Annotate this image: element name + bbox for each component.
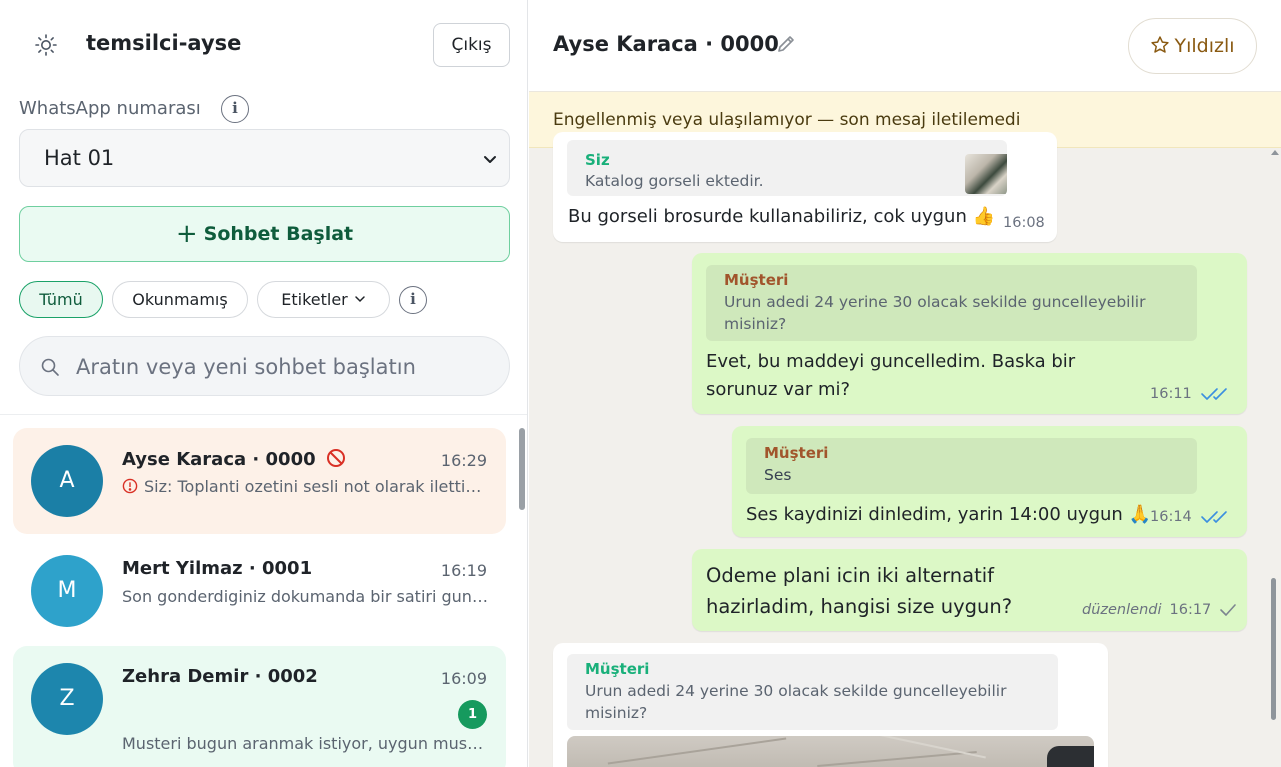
quoted-message[interactable]: Siz Katalog gorseli ektedir. xyxy=(567,140,1007,196)
chat-title: Ayse Karaca · 0000 xyxy=(553,32,779,56)
sun-icon[interactable] xyxy=(34,33,58,57)
filter-unread-label: Okunmamış xyxy=(132,290,228,309)
quote-author: Müşteri xyxy=(724,271,789,289)
search-icon xyxy=(41,358,59,376)
double-check-icon xyxy=(1200,511,1227,523)
plus-icon: + xyxy=(175,219,198,249)
message-image[interactable] xyxy=(567,736,1094,767)
chevron-down-icon xyxy=(484,156,496,163)
sidebar-scrollbar[interactable] xyxy=(519,428,525,510)
conversation-name: Zehra Demir · 0002 xyxy=(122,666,318,687)
avatar: Z xyxy=(31,663,103,735)
message-text: Ses kaydinizi dinledim, yarin 14:00 uygu… xyxy=(746,504,1151,525)
banner-text: Engellenmiş veya ulaşılamıyor — son mesa… xyxy=(553,110,1021,130)
message-text: Evet, bu maddeyi guncelledim. Baska bir … xyxy=(706,351,1076,400)
conversation-preview: Son gonderdiginiz dokumanda bir satiri g… xyxy=(122,587,490,606)
error-icon xyxy=(122,478,138,494)
scroll-up-arrow[interactable] xyxy=(1271,150,1279,155)
message-meta: 16:11 xyxy=(1150,386,1234,402)
quote-author: Siz xyxy=(585,151,610,169)
search-box xyxy=(19,336,510,396)
chat-scrollbar[interactable] xyxy=(1271,578,1276,720)
quote-text: Urun adedi 24 yerine 30 olacak sekilde g… xyxy=(585,682,1007,722)
starred-button[interactable]: Yıldızlı xyxy=(1128,18,1257,74)
message-text: Bu gorseli brosurde kullanabiliriz, cok … xyxy=(568,206,995,227)
quote-author: Müşteri xyxy=(585,660,650,678)
quote-author: Müşteri xyxy=(764,444,829,462)
search-input[interactable] xyxy=(76,347,496,387)
pencil-icon[interactable] xyxy=(775,33,797,55)
quoted-message[interactable]: Müşteri Ses xyxy=(746,438,1197,494)
filter-all-label: Tümü xyxy=(39,290,83,309)
conversation-name-text: Ayse Karaca · 0000 xyxy=(122,449,316,470)
message-time: 16:17 xyxy=(1169,602,1212,618)
quote-text: Urun adedi 24 yerine 30 olacak sekilde g… xyxy=(724,293,1146,333)
message-time: 16:14 xyxy=(1150,509,1192,525)
sidebar-header: temsilci-ayse Çıkış xyxy=(0,0,527,90)
message-outgoing[interactable]: Müşteri Urun adedi 24 yerine 30 olacak s… xyxy=(692,253,1247,414)
message-meta: 16:14 xyxy=(1150,509,1234,525)
conversation-item[interactable]: Z Zehra Demir · 0002 16:09 1 Musteri bug… xyxy=(13,646,506,767)
message-time: 16:08 xyxy=(1003,215,1045,231)
double-check-icon xyxy=(1200,388,1227,400)
conversation-sidebar: temsilci-ayse Çıkış WhatsApp numarası i … xyxy=(0,0,528,767)
quoted-message[interactable]: Müşteri Urun adedi 24 yerine 30 olacak s… xyxy=(706,265,1197,341)
info-icon[interactable]: i xyxy=(221,95,249,123)
agent-name: temsilci-ayse xyxy=(86,31,242,55)
blocked-icon xyxy=(326,449,345,467)
number-select[interactable]: Hat 01 xyxy=(19,129,510,187)
unread-badge: 1 xyxy=(458,700,487,729)
filter-labels-chip[interactable]: Etiketler xyxy=(257,281,390,318)
message-text: Odeme plani icin iki alternatif hazirlad… xyxy=(706,564,1013,618)
message-meta: düzenlendi 16:17 xyxy=(1082,602,1237,618)
edited-label: düzenlendi xyxy=(1082,602,1162,618)
conversation-item[interactable]: A Ayse Karaca · 0000 16:29 Siz: Toplanti… xyxy=(13,428,506,534)
conversation-preview: Musteri bugun aranmak istiyor, uygun mus… xyxy=(122,734,490,753)
filter-all-chip[interactable]: Tümü xyxy=(19,281,103,318)
conversation-preview-text: Siz: Toplanti ozetini sesli not olarak i… xyxy=(144,477,490,496)
message-outgoing[interactable]: Odeme plani icin iki alternatif hazirlad… xyxy=(692,549,1247,631)
starred-label: Yıldızlı xyxy=(1174,35,1235,57)
chat-panel: Ayse Karaca · 0000 Yıldızlı Engellenmiş … xyxy=(529,0,1281,767)
quote-image-thumbnail xyxy=(965,154,1007,194)
logout-button[interactable]: Çıkış xyxy=(433,23,510,67)
conversation-name: Mert Yilmaz · 0001 xyxy=(122,558,313,579)
avatar: A xyxy=(31,445,103,517)
conversation-time: 16:29 xyxy=(440,451,487,470)
number-select-value: Hat 01 xyxy=(44,146,115,170)
conversation-item[interactable]: M Mert Yilmaz · 0001 16:19 Son gonderdig… xyxy=(13,538,506,644)
quote-text: Katalog gorseli ektedir. xyxy=(585,172,764,190)
single-check-icon xyxy=(1220,604,1237,616)
info-icon[interactable]: i xyxy=(399,286,427,314)
avatar: M xyxy=(31,555,103,627)
message-time: 16:11 xyxy=(1150,386,1192,402)
conversation-name: Ayse Karaca · 0000 xyxy=(122,448,346,470)
chevron-down-icon xyxy=(355,296,365,303)
star-icon xyxy=(1151,36,1170,53)
start-chat-label: Sohbet Başlat xyxy=(203,223,354,245)
conversation-time: 16:09 xyxy=(440,669,487,688)
number-label: WhatsApp numarası xyxy=(19,98,201,119)
message-outgoing[interactable]: Müşteri Ses Ses kaydinizi dinledim, yari… xyxy=(732,426,1247,537)
message-incoming[interactable]: Müşteri Urun adedi 24 yerine 30 olacak s… xyxy=(553,643,1108,767)
start-chat-button[interactable]: + Sohbet Başlat xyxy=(19,206,510,262)
conversation-preview: Siz: Toplanti ozetini sesli not olarak i… xyxy=(122,477,490,496)
quote-text: Ses xyxy=(764,466,792,484)
filter-unread-chip[interactable]: Okunmamış xyxy=(112,281,248,318)
chat-header: Ayse Karaca · 0000 Yıldızlı xyxy=(529,0,1281,92)
conversation-time: 16:19 xyxy=(440,561,487,580)
message-incoming[interactable]: Siz Katalog gorseli ektedir. Bu gorseli … xyxy=(553,132,1057,242)
filter-labels-label: Etiketler xyxy=(281,290,348,309)
divider xyxy=(0,414,527,415)
quoted-message[interactable]: Müşteri Urun adedi 24 yerine 30 olacak s… xyxy=(567,654,1058,730)
